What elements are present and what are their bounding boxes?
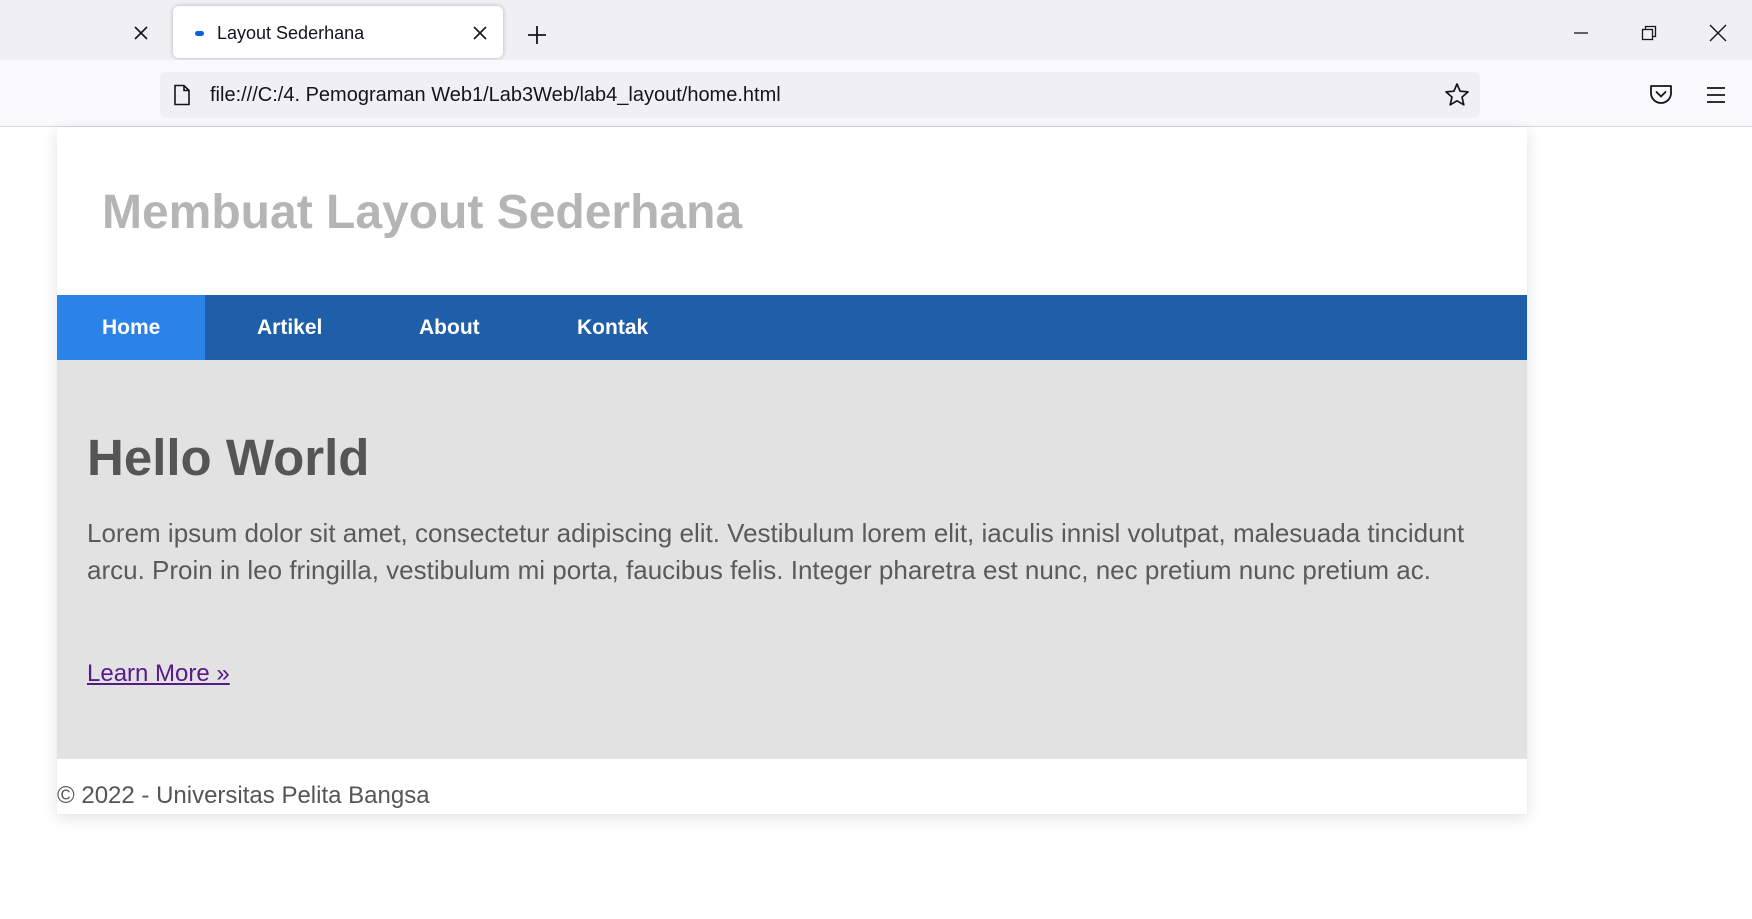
- hero-section: Hello World Lorem ipsum dolor sit amet, …: [57, 360, 1527, 759]
- tab-close-icon[interactable]: [469, 22, 491, 44]
- pocket-icon[interactable]: [1648, 82, 1674, 108]
- url-text[interactable]: file:///C:/4. Pemograman Web1/Lab3Web/la…: [210, 84, 781, 107]
- tab-title: Layout Sederhana: [217, 23, 365, 43]
- nav-item-about[interactable]: About: [419, 295, 480, 360]
- inactive-tab-close-icon[interactable]: [130, 22, 152, 44]
- nav-item-home[interactable]: Home: [57, 295, 205, 360]
- tab-bar: Layout Sederhana: [0, 0, 1752, 60]
- window-close-icon[interactable]: [1705, 20, 1731, 46]
- active-tab[interactable]: Layout Sederhana: [173, 6, 503, 58]
- address-bar[interactable]: file:///C:/4. Pemograman Web1/Lab3Web/la…: [160, 72, 1480, 118]
- site-header: Membuat Layout Sederhana: [57, 127, 1527, 295]
- tab-loading-indicator-icon: [195, 31, 204, 36]
- footer-copyright: © 2022 - Universitas Pelita Bangsa: [57, 782, 430, 809]
- page-icon: [172, 84, 192, 106]
- learn-more-link[interactable]: Learn More »: [87, 660, 230, 688]
- nav-item-kontak[interactable]: Kontak: [577, 295, 648, 360]
- minimize-icon[interactable]: [1568, 20, 1594, 46]
- new-tab-icon[interactable]: [524, 22, 550, 48]
- site-footer: © 2022 - Universitas Pelita Bangsa: [57, 759, 1527, 814]
- hero-body-text: Lorem ipsum dolor sit amet, consectetur …: [87, 518, 1465, 585]
- bookmark-star-icon[interactable]: [1444, 82, 1470, 108]
- restore-icon[interactable]: [1636, 20, 1662, 46]
- main-navigation: Home Artikel About Kontak: [57, 295, 1527, 360]
- nav-item-artikel[interactable]: Artikel: [257, 295, 322, 360]
- site-title: Membuat Layout Sederhana: [102, 186, 743, 239]
- navigation-toolbar: file:///C:/4. Pemograman Web1/Lab3Web/la…: [0, 60, 1752, 127]
- hamburger-menu-icon[interactable]: [1703, 82, 1729, 108]
- hero-heading: Hello World: [87, 429, 370, 486]
- page-container: Membuat Layout Sederhana Home Artikel Ab…: [57, 127, 1527, 814]
